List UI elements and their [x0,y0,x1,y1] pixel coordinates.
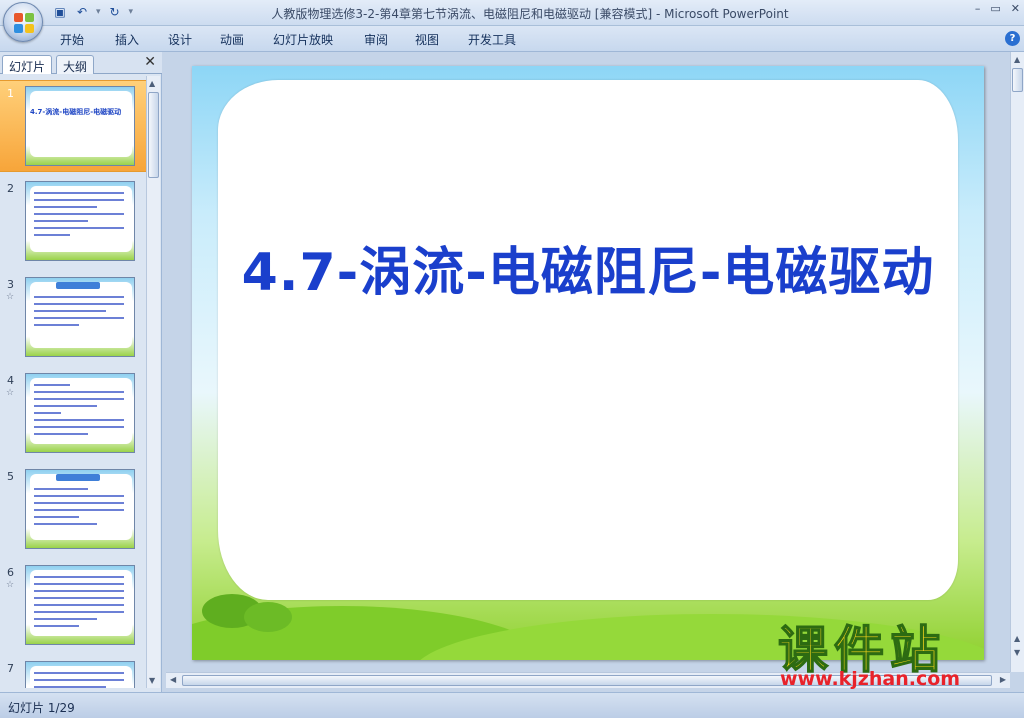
quick-access-toolbar: ▣ ↶ ▾ ↻ ▾ [52,4,133,20]
slide-thumbnail-6[interactable]: 6 ☆ [0,560,146,652]
thumbnail-preview: 4.7-涡流-电磁阻尼-电磁驱动 [25,86,135,166]
redo-icon[interactable]: ↻ [107,4,123,20]
scrollbar-thumb[interactable] [148,92,159,178]
help-icon[interactable]: ? [1005,31,1020,46]
slide-thumbnail-1[interactable]: 1 4.7-涡流-电磁阻尼-电磁驱动 [0,80,146,172]
office-button[interactable] [3,2,43,42]
status-bar: 幻灯片 1/29 [0,692,1024,718]
watermark-url: www.kjzhan.com [780,668,961,690]
tab-view[interactable]: 视图 [415,31,439,48]
scroll-up-icon[interactable]: ▲ [1014,55,1020,64]
thumbnail-scrollbar[interactable]: ▲ ▼ [146,76,160,688]
close-window-button[interactable]: ✕ [1011,2,1020,15]
window-title: 人教版物理选修3-2-第4章第七节涡流、电磁阻尼和电磁驱动 [兼容模式] - M… [271,7,789,21]
tab-insert[interactable]: 插入 [115,31,139,48]
scroll-down-icon[interactable]: ▼ [149,676,155,685]
undo-icon[interactable]: ↶ [74,4,90,20]
tab-home[interactable]: 开始 [60,31,84,48]
scroll-left-icon[interactable]: ◀ [170,675,176,684]
watermark-logo: 课件站 www.kjzhan.com [770,610,1020,690]
office-logo-icon [14,13,34,33]
tab-developer[interactable]: 开发工具 [468,31,516,48]
scrollbar-thumb[interactable] [1012,68,1023,92]
thumbnail-list: 1 4.7-涡流-电磁阻尼-电磁驱动 2 3 ☆ 4 ☆ 5 6 ☆ 7 [0,76,146,688]
slide-thumbnail-5[interactable]: 5 [0,464,146,556]
thumbnail-number: 5 [7,470,14,483]
slide-counter: 幻灯片 1/29 [8,701,75,715]
slide-thumbnail-4[interactable]: 4 ☆ [0,368,146,460]
thumbnail-preview [25,181,135,261]
tab-design[interactable]: 设计 [168,31,192,48]
thumbnail-number: 7 [7,662,14,675]
tab-outline[interactable]: 大纲 [56,55,95,74]
tab-slideshow[interactable]: 幻灯片放映 [273,31,333,48]
thumbnail-number: 4 [7,374,14,387]
slide-thumbnail-3[interactable]: 3 ☆ [0,272,146,364]
tree-cluster [244,602,292,632]
save-icon[interactable]: ▣ [52,4,68,20]
close-pane-icon[interactable]: ✕ [144,54,156,70]
thumbnail-number: 1 [7,87,14,100]
slides-pane: 幻灯片 大纲 ✕ 1 4.7-涡流-电磁阻尼-电磁驱动 2 3 ☆ 4 ☆ 5 … [0,52,162,692]
thumbnail-preview [25,661,135,688]
slide-title[interactable]: 4.7-涡流-电磁阻尼-电磁驱动 [192,230,984,305]
undo-dropdown-icon[interactable]: ▾ [96,7,101,17]
slide-editor: 4.7-涡流-电磁阻尼-电磁驱动 [166,52,1010,672]
thumbnail-preview [25,277,135,357]
slide-content-panel [218,80,958,600]
thumbnail-preview [25,469,135,549]
title-bar: ▣ ↶ ▾ ↻ ▾ 人教版物理选修3-2-第4章第七节涡流、电磁阻尼和电磁驱动 … [0,0,1024,26]
tab-review[interactable]: 审阅 [364,31,388,48]
animation-star-icon: ☆ [6,292,15,302]
animation-star-icon: ☆ [6,580,15,590]
slide-scrollbar[interactable]: ▲ ▲ ▼ [1010,52,1024,672]
minimize-button[interactable]: – [975,2,981,15]
slide-thumbnail-7[interactable]: 7 [0,656,146,688]
thumbnail-title: 4.7-涡流-电磁阻尼-电磁驱动 [30,108,122,116]
scroll-up-icon[interactable]: ▲ [149,79,155,88]
slide-thumbnail-2[interactable]: 2 [0,176,146,268]
thumbnail-number: 3 [7,278,14,291]
thumbnail-preview [25,373,135,453]
animation-star-icon: ☆ [6,388,15,398]
thumbnail-number: 6 [7,566,14,579]
ribbon-tabs: 开始 插入 设计 动画 幻灯片放映 审阅 视图 开发工具 ? [0,26,1024,52]
tab-slides[interactable]: 幻灯片 [2,55,53,74]
slide-canvas[interactable]: 4.7-涡流-电磁阻尼-电磁驱动 [192,66,984,660]
restore-button[interactable]: ▭ [990,2,1000,15]
customize-toolbar-icon[interactable]: ▾ [129,7,134,17]
tab-animation[interactable]: 动画 [220,31,244,48]
thumbnail-preview [25,565,135,645]
thumbnail-number: 2 [7,182,14,195]
